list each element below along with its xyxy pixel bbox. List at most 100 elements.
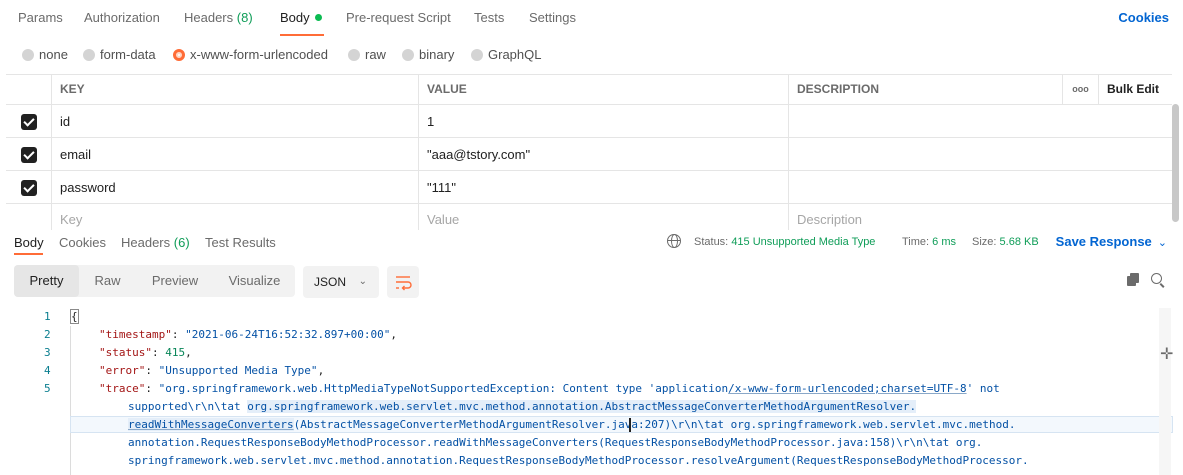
indent-guide bbox=[70, 326, 71, 475]
row-checkbox[interactable] bbox=[21, 180, 37, 196]
radio-none[interactable]: none bbox=[22, 47, 68, 62]
response-body-editor[interactable]: 1 2 3 4 5 { "timestamp": "2021-06-24T16:… bbox=[0, 308, 1183, 475]
description-cell[interactable] bbox=[789, 171, 1172, 203]
time-label: Time: bbox=[902, 236, 930, 248]
line-number: 3 bbox=[44, 346, 51, 359]
view-mode-pretty[interactable]: Pretty bbox=[14, 265, 79, 297]
status-value: 415 Unsupported Media Type bbox=[731, 236, 876, 248]
view-mode-raw[interactable]: Raw bbox=[79, 265, 136, 297]
radio-graphql[interactable]: GraphQL bbox=[471, 47, 541, 62]
new-description-input[interactable]: Description bbox=[789, 204, 1172, 230]
radio-raw[interactable]: raw bbox=[348, 47, 386, 62]
format-label: JSON bbox=[314, 275, 347, 289]
value-cell[interactable]: 1 bbox=[419, 105, 789, 137]
radio-binary[interactable]: binary bbox=[402, 47, 454, 62]
table-scrollbar[interactable] bbox=[1172, 104, 1179, 222]
code-line-wrapped: annotation.RequestResponseBodyMethodProc… bbox=[128, 434, 982, 452]
radio-icon bbox=[83, 49, 95, 61]
json-string: springframework.web.servlet.mvc.method.a… bbox=[128, 454, 1029, 467]
radio-none-label: none bbox=[39, 47, 68, 62]
body-modified-dot-icon bbox=[314, 14, 322, 21]
description-cell[interactable] bbox=[789, 138, 1172, 170]
tab-pre-request-script[interactable]: Pre-request Script bbox=[346, 10, 451, 25]
status-label: Status: bbox=[694, 236, 729, 248]
radio-icon bbox=[22, 49, 34, 61]
value-cell[interactable]: "111" bbox=[419, 171, 789, 203]
code-line: "trace": "org.springframework.web.HttpMe… bbox=[99, 382, 1000, 395]
request-tabs: Params Authorization Headers (8) Body Pr… bbox=[0, 0, 1183, 36]
bulk-edit-button[interactable]: Bulk Edit bbox=[1099, 75, 1172, 104]
view-mode-segmented-control: Pretty Raw Preview Visualize bbox=[14, 265, 295, 297]
radio-icon bbox=[348, 49, 360, 61]
response-tabs: Body Cookies Headers (6) Test Results St… bbox=[0, 230, 1183, 256]
response-tab-headers[interactable]: Headers (6) bbox=[121, 235, 190, 250]
tab-headers[interactable]: Headers (8) bbox=[184, 10, 253, 25]
json-string-highlighted: readWithMessageConverters bbox=[128, 418, 294, 431]
radio-form-data[interactable]: form-data bbox=[83, 47, 156, 62]
row-checkbox[interactable] bbox=[21, 147, 37, 163]
table-row: password "111" bbox=[6, 171, 1172, 204]
copy-icon[interactable] bbox=[1127, 273, 1140, 286]
json-key: "error" bbox=[99, 364, 146, 377]
response-tab-cookies[interactable]: Cookies bbox=[59, 235, 106, 250]
radio-form-data-label: form-data bbox=[100, 47, 156, 62]
code-line: "status": 415, bbox=[99, 346, 192, 359]
status-readout[interactable]: Status: 415 Unsupported Media Type bbox=[694, 236, 875, 248]
wrap-lines-icon bbox=[396, 276, 412, 291]
view-mode-visualize[interactable]: Visualize bbox=[214, 265, 295, 297]
tab-headers-count: (8) bbox=[236, 10, 253, 25]
header-description: DESCRIPTION bbox=[789, 75, 1063, 104]
row-checkbox[interactable] bbox=[21, 114, 37, 130]
line-number: 1 bbox=[44, 310, 51, 323]
time-value: 6 ms bbox=[932, 236, 956, 248]
header-value: VALUE bbox=[419, 75, 789, 104]
checkbox-cell bbox=[6, 204, 52, 230]
key-cell[interactable]: email bbox=[52, 138, 419, 170]
value-cell[interactable]: "aaa@tstory.com" bbox=[419, 138, 789, 170]
table-row: id 1 bbox=[6, 105, 1172, 138]
chevron-down-icon: ⌄ bbox=[1157, 237, 1167, 249]
key-cell[interactable]: password bbox=[52, 171, 419, 203]
save-response-button[interactable]: Save Response ⌄ bbox=[1056, 234, 1167, 249]
code-line: "timestamp": "2021-06-24T16:52:32.897+00… bbox=[99, 328, 398, 341]
search-icon[interactable] bbox=[1151, 273, 1167, 289]
new-value-input[interactable]: Value bbox=[419, 204, 789, 230]
view-mode-preview[interactable]: Preview bbox=[136, 265, 214, 297]
line-number: 4 bbox=[44, 364, 51, 377]
json-string: "Unsupported Media Type" bbox=[158, 364, 318, 377]
json-string: annotation.RequestResponseBodyMethodProc… bbox=[128, 436, 983, 449]
code-line: { bbox=[70, 308, 79, 326]
cookies-link[interactable]: Cookies bbox=[1118, 10, 1169, 25]
size-label: Size: bbox=[972, 236, 997, 248]
radio-raw-label: raw bbox=[365, 47, 386, 62]
more-options-button[interactable]: ooo bbox=[1063, 75, 1099, 104]
tab-params[interactable]: Params bbox=[18, 10, 63, 25]
code-line-wrapped: springframework.web.servlet.mvc.method.a… bbox=[128, 452, 1029, 470]
line-number: 2 bbox=[44, 328, 51, 341]
key-cell[interactable]: id bbox=[52, 105, 419, 137]
description-cell[interactable] bbox=[789, 105, 1172, 137]
radio-x-www-form-urlencoded[interactable]: x-www-form-urlencoded bbox=[173, 47, 328, 62]
editor-scrollbar[interactable] bbox=[1159, 308, 1171, 475]
json-key: "trace" bbox=[99, 382, 146, 395]
json-string: "org.springframework.web.HttpMediaTypeNo… bbox=[158, 382, 729, 395]
json-string: "2021-06-24T16:52:32.897+00:00" bbox=[185, 328, 391, 341]
size-readout[interactable]: Size: 5.68 KB bbox=[972, 236, 1039, 248]
checkbox-cell bbox=[6, 138, 52, 170]
new-key-input[interactable]: Key bbox=[52, 204, 419, 230]
format-dropdown[interactable]: JSON ⌄ bbox=[303, 266, 379, 298]
response-tab-headers-count: (6) bbox=[173, 235, 190, 250]
globe-icon[interactable] bbox=[667, 234, 681, 248]
response-tab-body[interactable]: Body bbox=[14, 235, 44, 250]
time-readout[interactable]: Time: 6 ms bbox=[902, 236, 956, 248]
tab-body[interactable]: Body bbox=[280, 10, 322, 25]
wrap-lines-button[interactable] bbox=[387, 266, 419, 298]
json-string: (AbstractMessageConverterMethodArgumentR… bbox=[293, 418, 1016, 431]
tab-authorization[interactable]: Authorization bbox=[84, 10, 160, 25]
tab-tests[interactable]: Tests bbox=[474, 10, 504, 25]
response-tab-test-results[interactable]: Test Results bbox=[205, 235, 276, 250]
tab-settings[interactable]: Settings bbox=[529, 10, 576, 25]
table-row: email "aaa@tstory.com" bbox=[6, 138, 1172, 171]
code-line-wrapped: readWithMessageConverters(AbstractMessag… bbox=[128, 416, 1015, 434]
size-value: 5.68 KB bbox=[999, 236, 1039, 248]
